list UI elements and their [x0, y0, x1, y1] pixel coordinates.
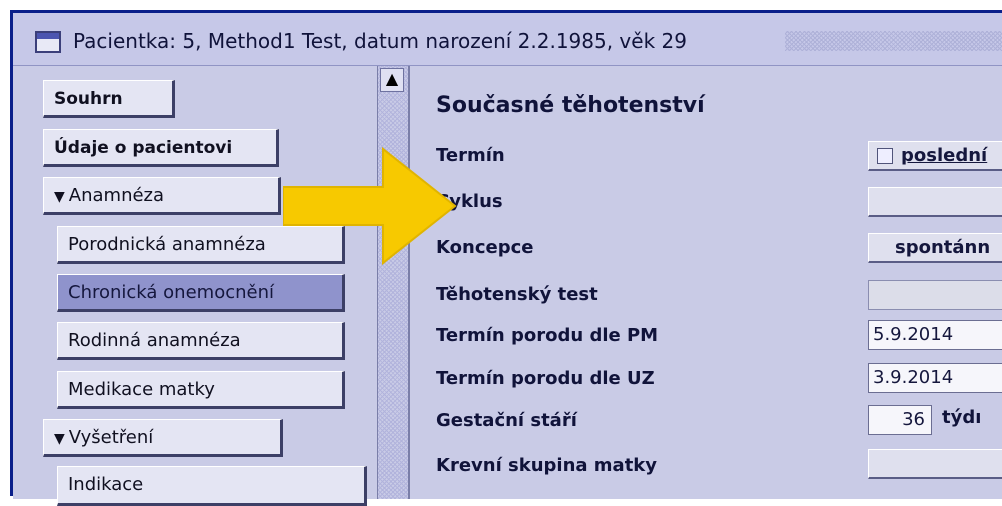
conception-selector[interactable]: spontánn [868, 233, 1002, 263]
due-date-us-value: 3.9.2014 [873, 367, 954, 388]
label-blood-group: Krevní skupina matky [436, 455, 658, 476]
sidebar-item-label: Medikace matky [68, 379, 215, 400]
navigation-sidebar: Souhrn Údaje o pacientovi ▼ Anamnéza Poro… [13, 66, 377, 506]
blood-group-selector[interactable] [868, 449, 1002, 479]
conception-value: spontánn [895, 237, 991, 258]
sidebar-item-label: Chronická onemocnění [68, 282, 274, 303]
sidebar-item-summary[interactable]: Souhrn [43, 80, 175, 118]
sidebar-item-label: Anamnéza [68, 185, 165, 206]
sidebar-item-label: Vyšetření [68, 427, 154, 448]
due-date-lmp-value: 5.9.2014 [873, 324, 954, 345]
patient-window: Pacientka: 5, Method1 Test, datum naroze… [10, 10, 1002, 506]
sidebar-item-chronic-diseases[interactable]: Chronická onemocnění [57, 274, 345, 312]
label-gestational-age: Gestační stáří [436, 410, 577, 431]
triangle-down-icon: ▼ [54, 431, 65, 447]
label-due-date-lmp: Termín porodu dle PM [436, 325, 659, 346]
sidebar-item-examination[interactable]: ▼ Vyšetření [43, 419, 283, 457]
scroll-up-arrow-icon[interactable]: ▲ [380, 68, 404, 92]
checkbox-icon[interactable] [877, 148, 893, 164]
label-pregnancy-test: Těhotenský test [436, 284, 598, 305]
title-bar-drag-area[interactable] [785, 31, 1002, 51]
term-selector[interactable]: poslední [868, 141, 1002, 171]
sidebar-item-family-anamnesis[interactable]: Rodinná anamnéza [57, 322, 345, 360]
sidebar-item-label: Rodinná anamnéza [68, 330, 241, 351]
cycle-selector[interactable] [868, 187, 1002, 217]
sidebar-scrollbar[interactable]: ▲ [377, 66, 408, 499]
gestational-age-value: 36 [902, 409, 925, 430]
gestational-age-field[interactable]: 36 [868, 405, 932, 435]
main-panel: Současné těhotenství Termín poslední Cyk… [408, 66, 1002, 499]
sidebar-item-label: Údaje o pacientovi [54, 138, 233, 158]
sidebar-item-label: Souhrn [54, 89, 123, 109]
due-date-lmp-field[interactable]: 5.9.2014 [868, 320, 1002, 350]
window-title: Pacientka: 5, Method1 Test, datum naroze… [73, 29, 687, 53]
pregnancy-test-field[interactable] [868, 280, 1002, 310]
yellow-arrow-annotation [283, 146, 457, 266]
sidebar-item-maternal-medication[interactable]: Medikace matky [57, 371, 345, 409]
triangle-down-icon: ▼ [54, 189, 65, 205]
sidebar-item-anamnesis[interactable]: ▼ Anamnéza [43, 177, 281, 215]
window-icon[interactable] [35, 31, 61, 53]
term-value: poslední [901, 145, 988, 166]
due-date-us-field[interactable]: 3.9.2014 [868, 363, 1002, 393]
section-title: Současné těhotenství [436, 93, 705, 118]
sidebar-item-label: Indikace [68, 474, 144, 495]
sidebar-item-patient-data[interactable]: Údaje o pacientovi [43, 129, 279, 167]
sidebar-item-label: Porodnická anamnéza [68, 234, 266, 255]
gestational-age-unit: týdı [942, 407, 982, 428]
title-bar[interactable]: Pacientka: 5, Method1 Test, datum naroze… [13, 13, 1002, 66]
sidebar-item-indication[interactable]: Indikace [57, 466, 367, 506]
label-due-date-us: Termín porodu dle UZ [436, 368, 655, 389]
